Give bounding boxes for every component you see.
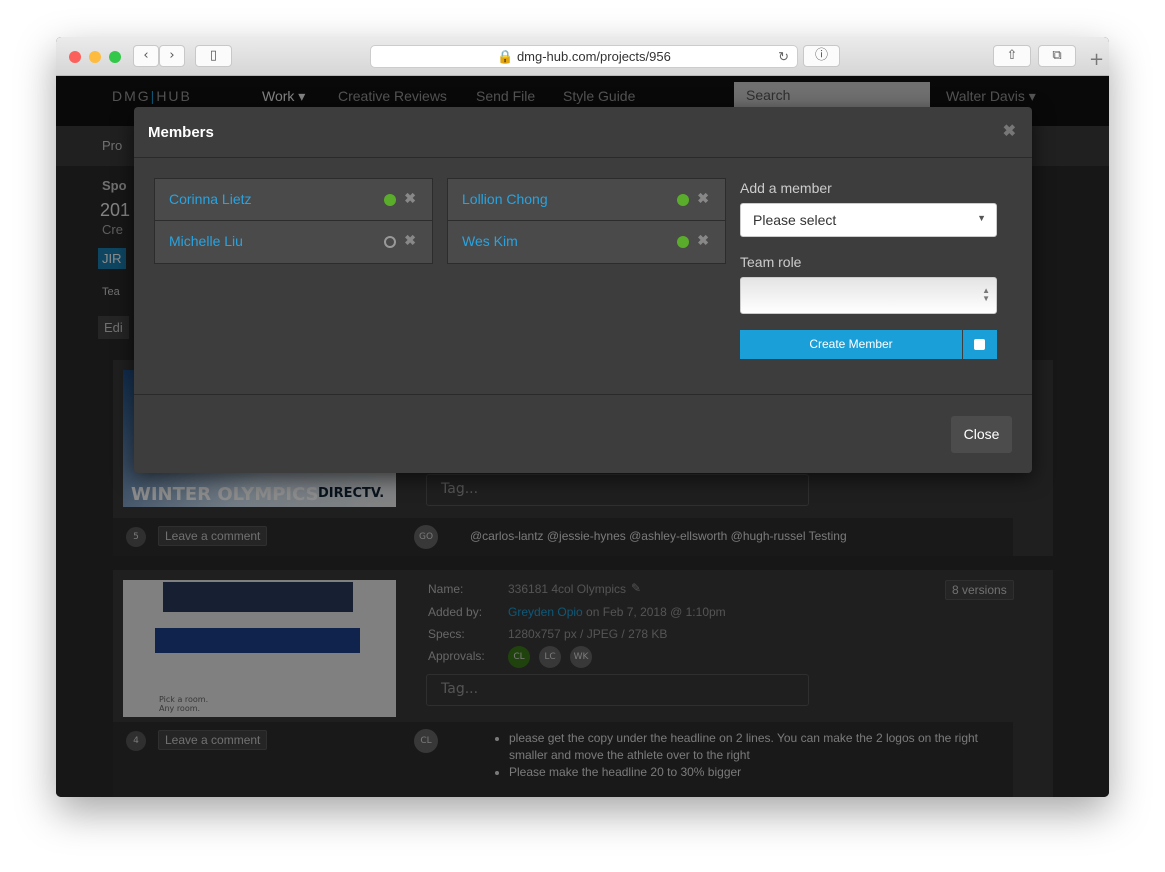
nav-creative-reviews[interactable]: Creative Reviews — [338, 88, 447, 104]
active-status-icon[interactable] — [384, 194, 396, 206]
remove-icon[interactable]: ✖ — [404, 190, 416, 207]
address-bar[interactable]: 🔒 dmg-hub.com/projects/956 ↻ — [370, 45, 798, 68]
added-on: on Feb 7, 2018 @ 1:10pm — [582, 605, 726, 619]
project-subtitle: Cre — [102, 222, 123, 237]
added-by-link[interactable]: Greyden Opio — [508, 605, 583, 619]
remove-icon[interactable]: ✖ — [404, 232, 416, 249]
modal-title: Members — [134, 107, 1032, 158]
search-input[interactable]: Search — [734, 82, 930, 107]
card-footer: 4 Leave a comment CL please get the copy… — [113, 722, 1013, 797]
members-column: Corinna Lietz ✖ Michelle Liu ✖ — [154, 178, 433, 264]
close-icon[interactable]: ✖ — [1003, 121, 1016, 141]
updown-icon: ▲ ▼ — [982, 286, 990, 303]
team-label: Tea — [102, 286, 120, 298]
specs-label: Specs: — [428, 627, 465, 641]
tabs-icon[interactable]: ⧉ — [1038, 45, 1076, 67]
tag-input[interactable]: Tag... — [426, 474, 809, 506]
project-title: 201 — [100, 200, 131, 220]
member-name[interactable]: Michelle Liu — [169, 233, 243, 249]
checkbox-icon[interactable] — [974, 339, 985, 350]
sidebar-icon[interactable]: ▯ — [195, 45, 232, 67]
url-text: dmg-hub.com/projects/956 — [516, 49, 671, 64]
comment-count-icon: 4 — [126, 731, 146, 751]
approval-avatar: WK — [570, 646, 592, 668]
browser-window: ‹ › ▯ 🔒 dmg-hub.com/projects/956 ↻ ⓘ ⇧ ⧉ … — [56, 37, 1109, 797]
approval-avatar: LC — [539, 646, 561, 668]
commenter-avatar: GO — [414, 525, 438, 549]
approval-avatar: CL — [508, 646, 530, 668]
member-row: Lollion Chong ✖ — [448, 179, 725, 221]
back-button[interactable]: ‹ — [133, 45, 159, 67]
comment-item: please get the copy under the headline o… — [509, 730, 999, 764]
member-row: Michelle Liu ✖ — [155, 221, 432, 263]
comment-count-icon: 5 — [126, 527, 146, 547]
leave-comment-button[interactable]: Leave a comment — [158, 526, 268, 546]
create-option-toggle[interactable] — [963, 330, 997, 359]
forward-button[interactable]: › — [159, 45, 185, 67]
leave-comment-button[interactable]: Leave a comment — [158, 730, 268, 750]
asset-card: Pick a room. Any room. Name: 336181 4col … — [113, 570, 1053, 797]
member-row: Wes Kim ✖ — [448, 221, 725, 263]
thumb-brand: DIRECTV. — [318, 486, 385, 501]
card-footer: 5 Leave a comment GO @carlos-lantz @jess… — [113, 518, 1013, 556]
comment-item: Please make the headline 20 to 30% bigge… — [509, 764, 999, 781]
logo[interactable]: DMG|HUB — [112, 84, 192, 107]
remove-icon[interactable]: ✖ — [697, 190, 709, 207]
project-client: Spo — [102, 178, 127, 193]
versions-button[interactable]: 8 versions — [945, 580, 1014, 600]
pencil-icon[interactable]: ✎ — [631, 581, 641, 595]
share-icon[interactable]: ⇧ — [993, 45, 1031, 67]
nav-send-file[interactable]: Send File — [476, 88, 535, 104]
team-role-label: Team role — [740, 254, 802, 270]
nav-style-guide[interactable]: Style Guide — [563, 88, 635, 104]
add-member-label: Add a member — [740, 180, 832, 196]
added-label: Added by: — [428, 605, 483, 619]
comment-text: @carlos-lantz @jessie-hynes @ashley-ells… — [470, 529, 847, 543]
comment-list: please get the copy under the headline o… — [509, 730, 999, 781]
edit-button[interactable]: Edi — [98, 316, 129, 339]
create-member-button[interactable]: Create Member — [740, 330, 962, 359]
close-window-button[interactable] — [69, 51, 81, 63]
modal-footer — [134, 394, 1032, 395]
minimize-window-button[interactable] — [89, 51, 101, 63]
user-menu[interactable]: Walter Davis ▾ — [946, 88, 1036, 105]
member-row: Corinna Lietz ✖ — [155, 179, 432, 221]
chevron-down-icon: ▼ — [977, 213, 986, 223]
add-member-select[interactable]: Please select ▼ — [740, 203, 997, 237]
new-tab-icon[interactable]: + — [1084, 49, 1109, 76]
maximize-window-button[interactable] — [109, 51, 121, 63]
remove-icon[interactable]: ✖ — [697, 232, 709, 249]
members-column: Lollion Chong ✖ Wes Kim ✖ — [447, 178, 726, 264]
add-member-value: Please select — [753, 212, 837, 228]
commenter-avatar: CL — [414, 729, 438, 753]
reload-icon[interactable]: ↻ — [778, 46, 789, 67]
team-role-select[interactable]: ▲ ▼ — [740, 277, 997, 314]
browser-toolbar: ‹ › ▯ 🔒 dmg-hub.com/projects/956 ↻ ⓘ ⇧ ⧉ … — [56, 37, 1109, 76]
breadcrumb[interactable]: Pro — [102, 138, 122, 153]
member-name[interactable]: Lollion Chong — [462, 191, 548, 207]
thumb-text: WINTER OLYMPICS — [131, 484, 319, 505]
nav-work[interactable]: Work ▾ — [262, 88, 305, 105]
tag-input[interactable]: Tag... — [426, 674, 809, 706]
members-modal: Members ✖ Corinna Lietz ✖ Michelle Liu ✖ L… — [134, 107, 1032, 473]
asset-thumbnail[interactable]: Pick a room. Any room. — [123, 580, 396, 717]
member-name[interactable]: Wes Kim — [462, 233, 518, 249]
inactive-status-icon[interactable] — [384, 236, 396, 248]
active-status-icon[interactable] — [677, 236, 689, 248]
active-status-icon[interactable] — [677, 194, 689, 206]
asset-name: 336181 4col Olympics — [508, 582, 627, 596]
approvals-label: Approvals: — [428, 649, 485, 663]
jira-badge[interactable]: JIR — [98, 248, 126, 269]
name-label: Name: — [428, 582, 464, 596]
close-button[interactable]: Close — [951, 416, 1012, 453]
member-name[interactable]: Corinna Lietz — [169, 191, 252, 207]
asset-specs: 1280x757 px / JPEG / 278 KB — [508, 627, 668, 641]
info-icon[interactable]: ⓘ — [803, 45, 840, 67]
